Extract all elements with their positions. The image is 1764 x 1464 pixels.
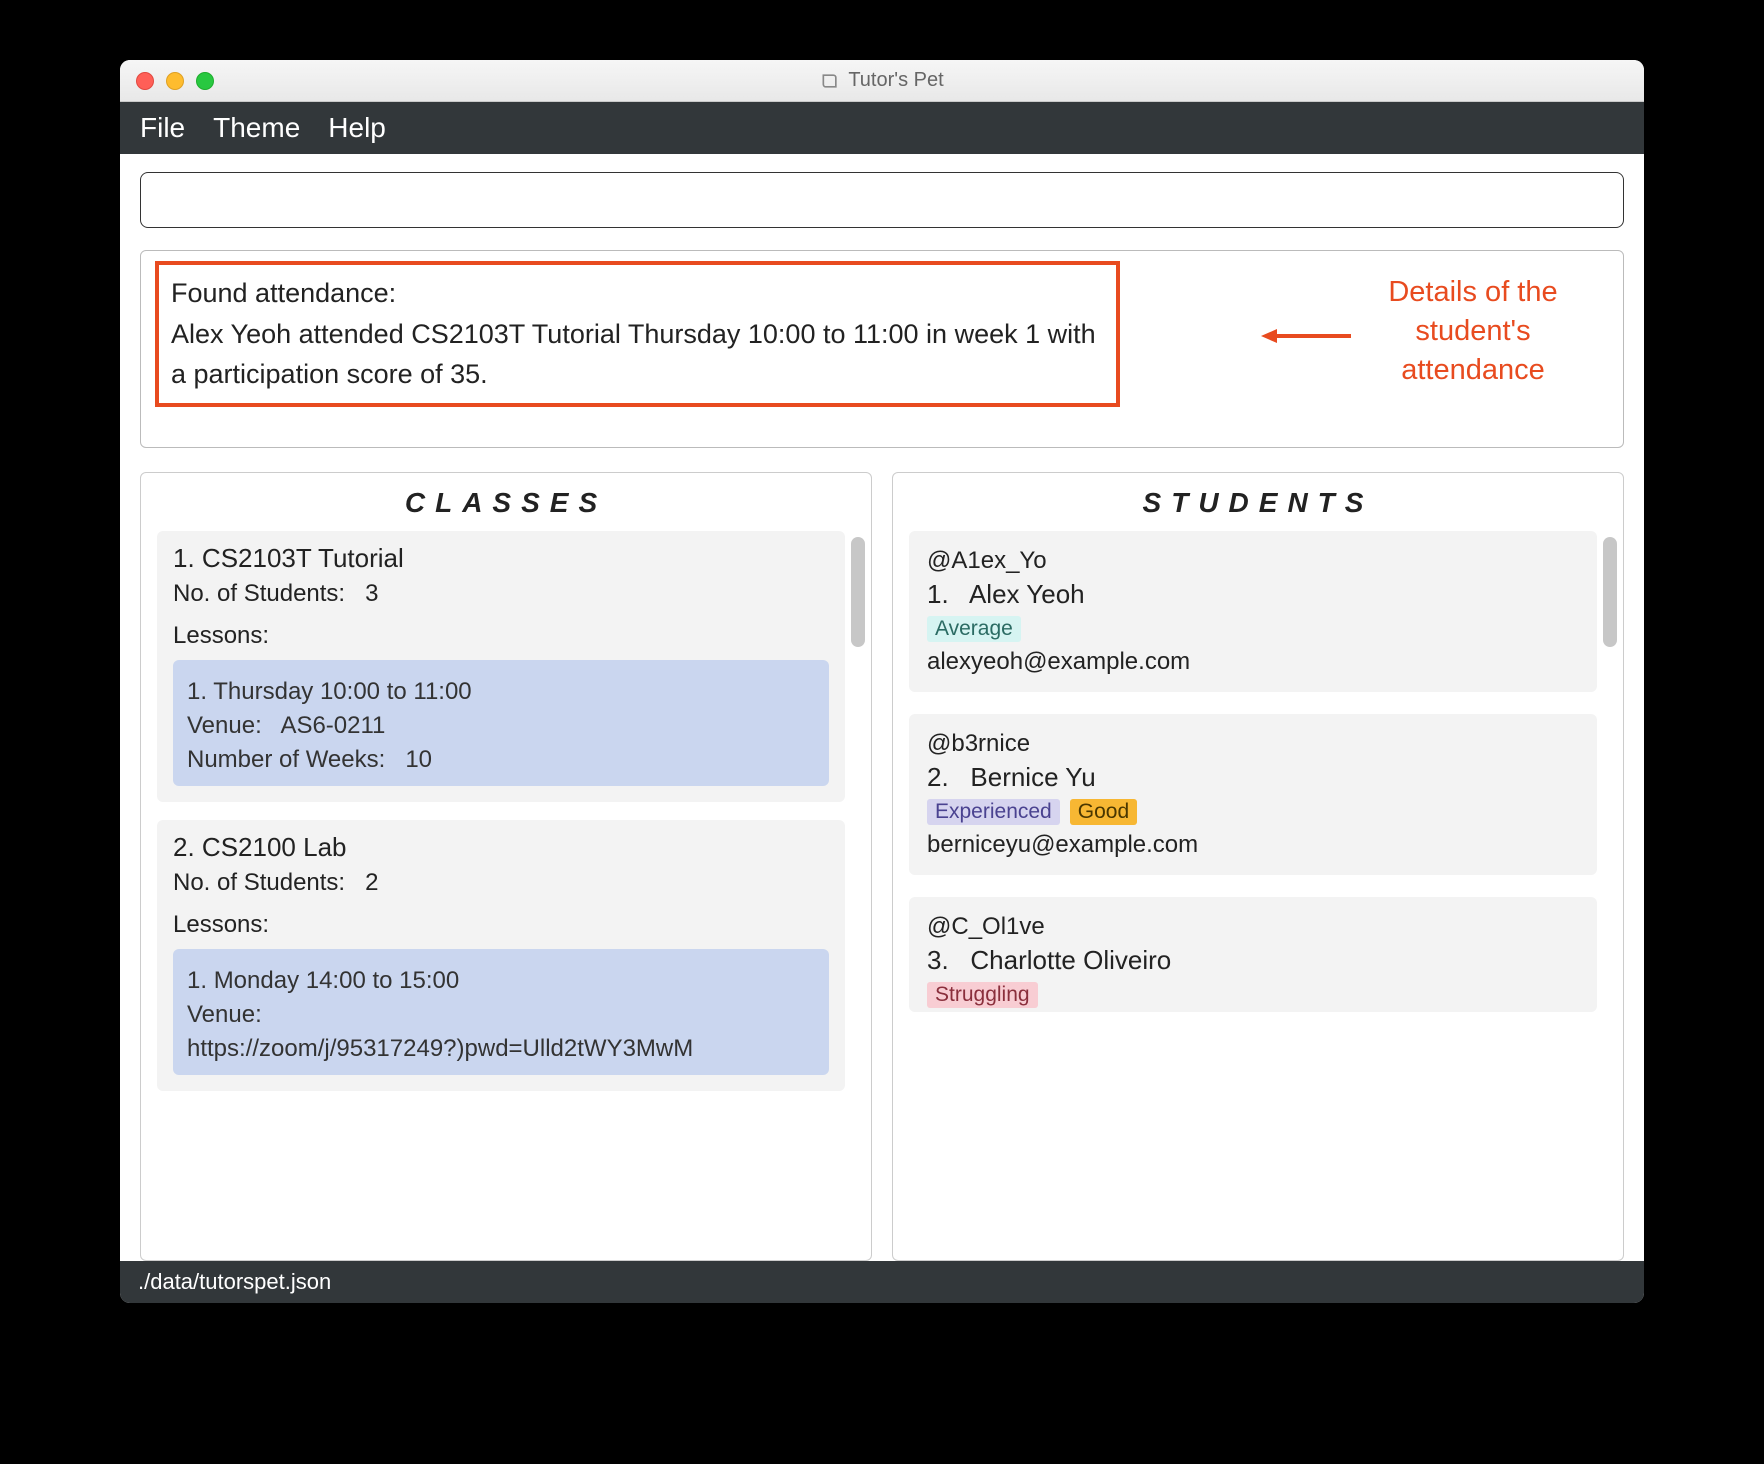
tag: Good: [1070, 799, 1137, 825]
titlebar: Tutor's Pet: [120, 60, 1644, 102]
lesson-index: 1.: [187, 967, 207, 994]
students-count: 2: [365, 869, 378, 896]
command-input[interactable]: [140, 172, 1624, 228]
result-line-2: Alex Yeoh attended CS2103T Tutorial Thur…: [171, 314, 1104, 395]
lessons-label: Lessons:: [173, 622, 829, 650]
result-box: Found attendance: Alex Yeoh attended CS2…: [140, 250, 1624, 448]
result-row: Found attendance: Alex Yeoh attended CS2…: [140, 250, 1624, 448]
student-name: Bernice Yu: [970, 762, 1095, 792]
student-name: Charlotte Oliveiro: [970, 945, 1171, 975]
panels-row: CLASSES 1. CS2103T Tutorial No. of Stude…: [140, 472, 1624, 1262]
annotation-text: Details of the student's attendance: [1353, 273, 1593, 390]
lessons-label: Lessons:: [173, 911, 829, 939]
venue-label: Venue:: [187, 712, 262, 739]
menu-file[interactable]: File: [140, 112, 185, 144]
result-line-1: Found attendance:: [171, 273, 1104, 314]
student-email: berniceyu@example.com: [927, 831, 1579, 859]
students-label: No. of Students:: [173, 580, 345, 607]
student-index: 1.: [927, 579, 949, 609]
student-card[interactable]: @A1ex_Yo 1. Alex Yeoh Average alexyeoh@e…: [909, 531, 1597, 692]
student-name: Alex Yeoh: [969, 579, 1085, 609]
students-label: No. of Students:: [173, 869, 345, 896]
tag: Struggling: [927, 982, 1038, 1008]
class-index: 2.: [173, 832, 195, 862]
student-handle: @b3rnice: [927, 730, 1579, 758]
class-index: 1.: [173, 543, 195, 573]
student-handle: @A1ex_Yo: [927, 547, 1579, 575]
venue-value: AS6-0211: [280, 712, 385, 739]
student-handle: @C_Ol1ve: [927, 913, 1579, 941]
lesson-time: Monday 14:00 to 15:00: [214, 967, 460, 994]
tag: Experienced: [927, 799, 1060, 825]
menubar: File Theme Help: [120, 102, 1644, 154]
tags: Struggling: [927, 982, 1579, 1008]
students-heading: STUDENTS: [893, 473, 1623, 531]
student-card[interactable]: @b3rnice 2. Bernice Yu Experienced Good …: [909, 714, 1597, 875]
status-path: ./data/tutorspet.json: [138, 1269, 331, 1295]
student-card[interactable]: @C_Ol1ve 3. Charlotte Oliveiro Strugglin…: [909, 897, 1597, 1012]
window-controls: [120, 72, 214, 90]
lesson-card[interactable]: 1. Thursday 10:00 to 11:00 Venue: AS6-02…: [173, 660, 829, 786]
window-title: Tutor's Pet: [848, 69, 943, 92]
tags: Average: [927, 616, 1579, 642]
lesson-index: 1.: [187, 678, 207, 705]
student-email: alexyeoh@example.com: [927, 648, 1579, 676]
tag: Average: [927, 616, 1021, 642]
venue-label: Venue:: [187, 1001, 262, 1028]
result-highlight: Found attendance: Alex Yeoh attended CS2…: [155, 261, 1120, 407]
venue-value: https://zoom/j/95317249?)pwd=Ulld2tWY3Mw…: [187, 1035, 815, 1063]
app-icon: [820, 71, 840, 91]
classes-scroll[interactable]: 1. CS2103T Tutorial No. of Students: 3 L…: [141, 531, 871, 1261]
menu-help[interactable]: Help: [328, 112, 386, 144]
class-card[interactable]: 2. CS2100 Lab No. of Students: 2 Lessons…: [157, 820, 845, 1091]
menu-theme[interactable]: Theme: [213, 112, 300, 144]
scrollbar-thumb[interactable]: [851, 537, 865, 647]
zoom-icon[interactable]: [196, 72, 214, 90]
tags: Experienced Good: [927, 799, 1579, 825]
lesson-card[interactable]: 1. Monday 14:00 to 15:00 Venue: https://…: [173, 949, 829, 1075]
student-index: 3.: [927, 945, 949, 975]
statusbar: ./data/tutorspet.json: [120, 1261, 1644, 1303]
content-area: Found attendance: Alex Yeoh attended CS2…: [120, 154, 1644, 1261]
students-scroll[interactable]: @A1ex_Yo 1. Alex Yeoh Average alexyeoh@e…: [893, 531, 1623, 1261]
close-icon[interactable]: [136, 72, 154, 90]
minimize-icon[interactable]: [166, 72, 184, 90]
weeks-label: Number of Weeks:: [187, 746, 385, 773]
classes-heading: CLASSES: [141, 473, 871, 531]
lesson-time: Thursday 10:00 to 11:00: [213, 678, 471, 705]
student-index: 2.: [927, 762, 949, 792]
window-title-wrap: Tutor's Pet: [120, 69, 1644, 92]
classes-panel: CLASSES 1. CS2103T Tutorial No. of Stude…: [140, 472, 872, 1262]
students-panel: STUDENTS @A1ex_Yo 1. Alex Yeoh Average: [892, 472, 1624, 1262]
weeks-value: 10: [405, 746, 432, 773]
scrollbar-thumb[interactable]: [1603, 537, 1617, 647]
app-window: Tutor's Pet File Theme Help Found attend…: [120, 60, 1644, 1303]
class-title: CS2100 Lab: [202, 832, 347, 862]
class-card[interactable]: 1. CS2103T Tutorial No. of Students: 3 L…: [157, 531, 845, 802]
annotation-arrow-icon: [1261, 326, 1351, 351]
class-title: CS2103T Tutorial: [202, 543, 404, 573]
students-count: 3: [365, 580, 378, 607]
